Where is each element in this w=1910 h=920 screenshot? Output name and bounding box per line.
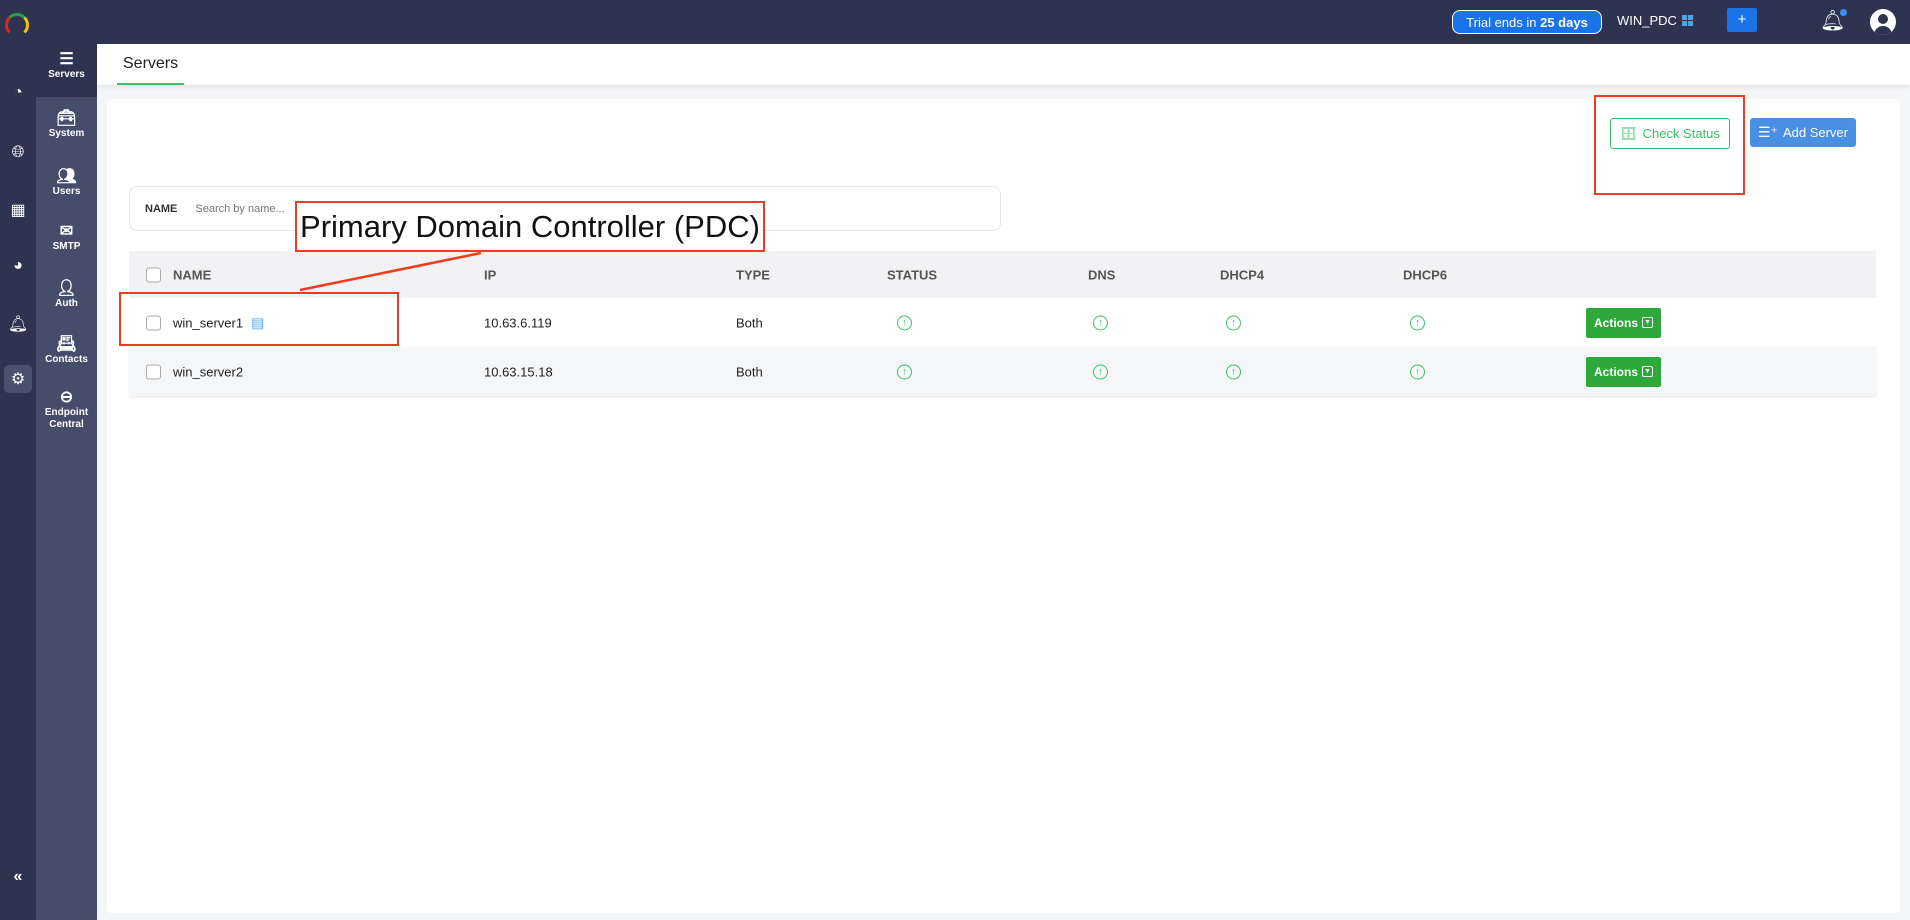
annotation-label: Primary Domain Controller (PDC) [295, 201, 765, 252]
annotation-connector [299, 251, 482, 292]
